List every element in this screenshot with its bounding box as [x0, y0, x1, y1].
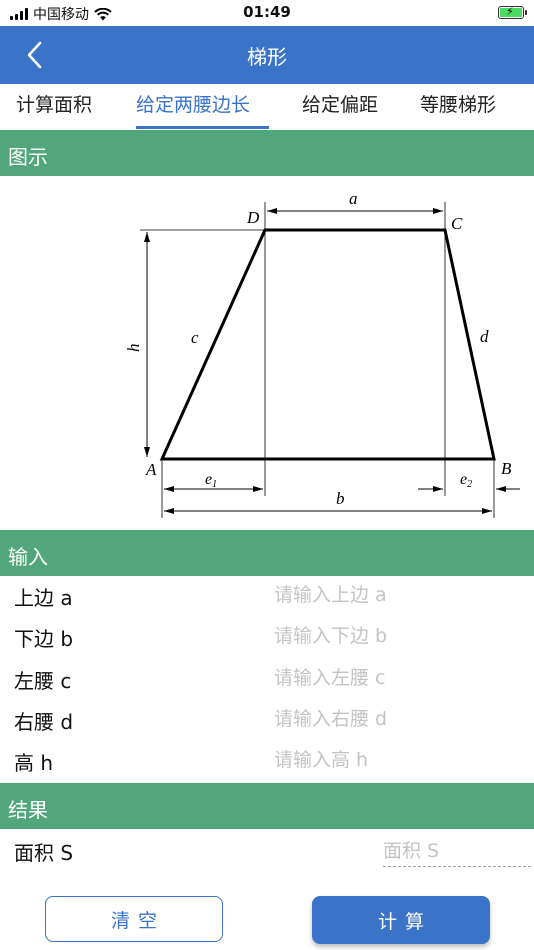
active-tab-indicator: [136, 126, 269, 129]
trapezoid-shape: [159, 228, 496, 461]
height-input[interactable]: [274, 745, 524, 775]
input-row-height: 高 h: [0, 741, 534, 782]
clear-button[interactable]: 清空: [45, 896, 223, 942]
label-e1-subscript: 1: [212, 479, 217, 490]
status-bar: 中国移动 01:49 ⚡: [0, 0, 534, 26]
trapezoid-figure: D C A B a c d b h e1 e2: [124, 189, 520, 518]
label-e2-subscript: 2: [467, 479, 472, 490]
label-d: d: [480, 327, 489, 346]
label-e2: e: [460, 471, 467, 488]
label-a: a: [349, 189, 358, 208]
section-header-input: 输入: [0, 530, 534, 576]
section-header-result: 结果: [0, 783, 534, 829]
height-label: 高 h: [14, 751, 54, 775]
area-output[interactable]: [383, 835, 531, 867]
input-row-right-leg: 右腰 d: [0, 700, 534, 741]
charging-bolt-icon: ⚡: [506, 5, 514, 18]
vertex-label-d: D: [246, 208, 260, 227]
input-row-top-base: 上边 a: [0, 576, 534, 617]
vertex-label-c: C: [451, 214, 463, 233]
tab-bar: 计算面积 给定两腰边长 给定偏距 等腰梯形: [0, 84, 534, 130]
svg-text:e1: e1: [205, 471, 217, 490]
input-row-left-leg: 左腰 c: [0, 659, 534, 700]
result-row-area: 面积 S: [0, 831, 534, 872]
label-b: b: [336, 489, 345, 508]
input-row-bottom-base: 下边 b: [0, 617, 534, 658]
tab-calc-area[interactable]: 计算面积: [16, 90, 92, 117]
label-c: c: [191, 328, 199, 347]
battery-icon: ⚡: [498, 5, 527, 19]
bottom-base-input[interactable]: [274, 621, 524, 651]
vertex-label-a: A: [145, 460, 157, 479]
status-time: 01:49: [243, 3, 291, 21]
label-h: h: [124, 344, 143, 353]
page-title: 梯形: [247, 45, 287, 69]
svg-text:e2: e2: [460, 471, 472, 490]
label-e1: e: [205, 471, 212, 488]
right-leg-label: 右腰 d: [14, 710, 74, 734]
tab-two-legs[interactable]: 给定两腰边长: [136, 90, 250, 117]
right-leg-input[interactable]: [274, 704, 524, 734]
area-label: 面积 S: [14, 841, 74, 865]
bottom-action-bar: 清空 计算: [0, 888, 534, 950]
top-base-input[interactable]: [274, 580, 524, 610]
tab-offset[interactable]: 给定偏距: [302, 90, 378, 117]
nav-bar: 梯形: [0, 26, 534, 84]
vertex-label-b: B: [501, 459, 512, 478]
left-leg-input[interactable]: [274, 663, 524, 693]
bottom-base-label: 下边 b: [14, 627, 74, 651]
top-base-label: 上边 a: [14, 586, 73, 610]
section-header-diagram: 图示: [0, 130, 534, 176]
tab-isosceles[interactable]: 等腰梯形: [420, 90, 496, 117]
calculate-button[interactable]: 计算: [312, 896, 490, 944]
left-leg-label: 左腰 c: [14, 669, 72, 693]
trapezoid-diagram: D C A B a c d b h e1 e2: [0, 176, 534, 530]
